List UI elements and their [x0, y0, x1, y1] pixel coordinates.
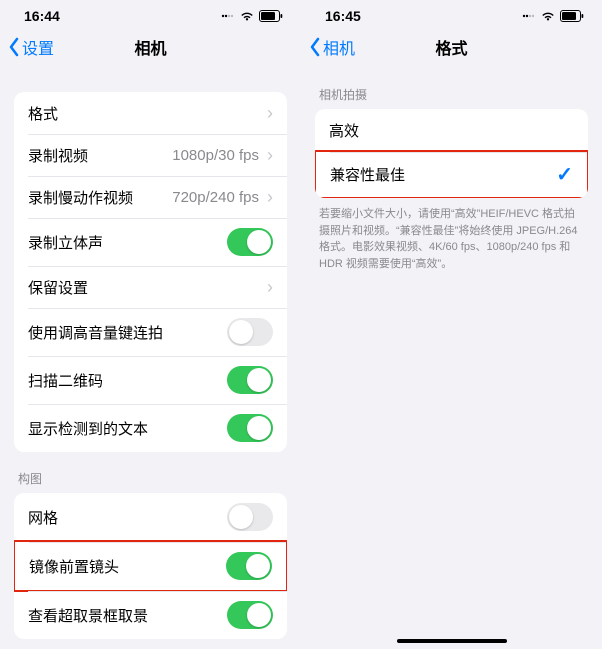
toggle-mirror-front[interactable]: [226, 552, 272, 580]
group-header-composition: 构图: [14, 452, 287, 493]
content: 格式 › 录制视频 1080p/30 fps › 录制慢动作视频 720p/240…: [0, 68, 301, 649]
row-detail: 1080p/30 fps: [172, 147, 259, 164]
row-label: 扫描二维码: [28, 370, 103, 391]
row-qr: 扫描二维码: [14, 356, 287, 404]
formats-group: 高效 兼容性最佳 ✓: [315, 109, 588, 198]
status-time: 16:45: [325, 8, 361, 24]
toggle-volume-burst[interactable]: [227, 318, 273, 346]
back-button[interactable]: 相机: [309, 35, 355, 59]
chevron-right-icon: ›: [267, 104, 273, 122]
toggle-grid[interactable]: [227, 503, 273, 531]
group-footer-formats: 若要缩小文件大小，请使用“高效”HEIF/HEVC 格式拍摄照片和视频。“兼容性…: [315, 198, 588, 272]
row-label: 格式: [28, 103, 58, 124]
row-label: 高效: [329, 120, 359, 141]
battery-icon: [259, 10, 283, 22]
row-detail: 720p/240 fps: [172, 189, 259, 206]
chevron-left-icon: [8, 37, 20, 57]
status-bar: 16:45: [301, 6, 602, 26]
toggle-stereo[interactable]: [227, 228, 273, 256]
row-view-outside-frame: 查看超取景框取景: [14, 591, 287, 639]
group-header-camera-capture: 相机拍摄: [315, 68, 588, 109]
camera-settings-screen: 16:44 设置 相机 格式 › 录制视频 1080p/30 fps › 录制慢动…: [0, 0, 301, 649]
toggle-view-outside-frame[interactable]: [227, 601, 273, 629]
dots-icon: [522, 11, 536, 21]
row-label: 网格: [28, 507, 58, 528]
row-preserve[interactable]: 保留设置 ›: [14, 266, 287, 308]
status-icons: [522, 10, 584, 22]
row-record-slomo[interactable]: 录制慢动作视频 720p/240 fps ›: [14, 176, 287, 218]
dots-icon: [221, 11, 235, 21]
row-formats[interactable]: 格式 ›: [14, 92, 287, 134]
row-label: 查看超取景框取景: [28, 605, 148, 626]
row-grid: 网格: [14, 493, 287, 541]
battery-icon: [560, 10, 584, 22]
row-most-compatible[interactable]: 兼容性最佳 ✓: [315, 150, 588, 198]
row-label: 使用调高音量键连拍: [28, 322, 163, 343]
home-indicator[interactable]: [397, 639, 507, 643]
settings-group-1: 格式 › 录制视频 1080p/30 fps › 录制慢动作视频 720p/240…: [14, 92, 287, 452]
row-label: 录制立体声: [28, 232, 103, 253]
status-icons: [221, 10, 283, 22]
group-header-photo-capture: 照片拍摄: [14, 639, 287, 649]
row-label: 镜像前置镜头: [29, 556, 119, 577]
row-high-efficiency[interactable]: 高效: [315, 109, 588, 151]
status-time: 16:44: [24, 8, 60, 24]
row-label: 兼容性最佳: [330, 164, 405, 185]
row-volume-burst: 使用调高音量键连拍: [14, 308, 287, 356]
row-record-video[interactable]: 录制视频 1080p/30 fps ›: [14, 134, 287, 176]
wifi-icon: [239, 11, 255, 22]
status-bar: 16:44: [0, 6, 301, 26]
toggle-qr[interactable]: [227, 366, 273, 394]
settings-group-composition: 网格 镜像前置镜头 查看超取景框取景: [14, 493, 287, 639]
chevron-left-icon: [309, 37, 321, 57]
row-mirror-front: 镜像前置镜头: [14, 540, 287, 592]
toggle-detected-text[interactable]: [227, 414, 273, 442]
chevron-right-icon: ›: [267, 146, 273, 164]
row-label: 保留设置: [28, 277, 88, 298]
chevron-right-icon: ›: [267, 278, 273, 296]
row-label: 录制慢动作视频: [28, 187, 133, 208]
chevron-right-icon: ›: [267, 188, 273, 206]
back-button[interactable]: 设置: [8, 35, 54, 59]
nav-bar: 设置 相机: [0, 26, 301, 68]
row-stereo: 录制立体声: [14, 218, 287, 266]
checkmark-icon: ✓: [556, 162, 573, 187]
back-label: 相机: [323, 35, 355, 59]
wifi-icon: [540, 11, 556, 22]
back-label: 设置: [22, 35, 54, 59]
content: 相机拍摄 高效 兼容性最佳 ✓ 若要缩小文件大小，请使用“高效”HEIF/HEV…: [301, 68, 602, 649]
formats-screen: 16:45 相机 格式 相机拍摄 高效 兼容性最佳 ✓ 若要缩小文件大小，请使用…: [301, 0, 602, 649]
row-detected-text: 显示检测到的文本: [14, 404, 287, 452]
row-label: 录制视频: [28, 145, 88, 166]
nav-bar: 相机 格式: [301, 26, 602, 68]
row-label: 显示检测到的文本: [28, 418, 148, 439]
